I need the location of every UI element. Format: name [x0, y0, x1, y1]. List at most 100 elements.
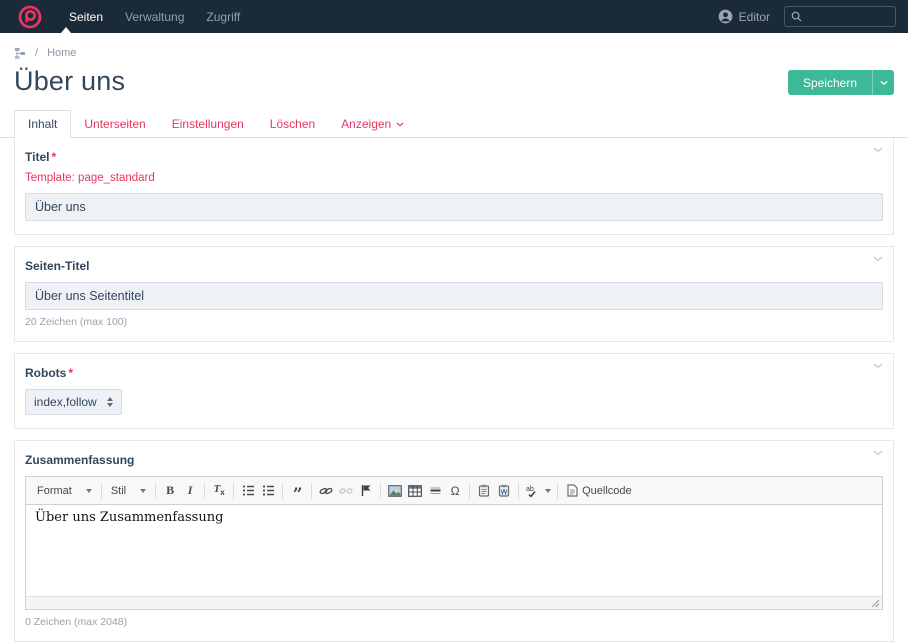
source-button-label: Quellcode — [582, 485, 632, 497]
bold-button[interactable]: B — [160, 481, 180, 500]
format-dropdown-label: Format — [37, 485, 72, 497]
paste-from-word-button[interactable] — [494, 481, 514, 500]
active-tab-pointer — [61, 27, 71, 33]
collapse-toggle[interactable] — [873, 147, 883, 153]
top-navbar: Seiten Verwaltung Zugriff Editor — [0, 0, 908, 33]
flag-anchor-icon — [360, 484, 372, 497]
link-icon — [319, 484, 333, 498]
spellcheck-icon: ab — [526, 484, 542, 497]
chevron-down-icon — [880, 80, 888, 86]
char-count-helper: 0 Zeichen (max 2048) — [25, 616, 883, 628]
user-avatar-icon — [718, 9, 733, 24]
omega-icon: Ω — [451, 484, 460, 498]
clipboard-word-icon — [498, 484, 510, 497]
chevron-down-icon — [86, 489, 92, 493]
table-button[interactable] — [405, 481, 425, 500]
tab-anzeigen-label: Anzeigen — [341, 117, 391, 131]
remove-format-button[interactable]: Tx — [209, 481, 229, 500]
remove-format-icon: Tx — [214, 483, 225, 497]
robots-selected-value: index,follow — [34, 395, 97, 409]
collapse-toggle[interactable] — [873, 450, 883, 456]
field-zusammenfassung: Zusammenfassung Format Stil B I Tx — [14, 440, 894, 642]
page-tree-icon[interactable] — [14, 47, 26, 59]
image-button[interactable] — [385, 481, 405, 500]
ordered-list-icon — [242, 484, 255, 497]
seiten-titel-input[interactable] — [25, 282, 883, 310]
resize-grip-icon[interactable] — [871, 599, 880, 608]
user-label: Editor — [739, 10, 770, 24]
unlink-icon — [339, 484, 353, 498]
save-split-button: Speichern — [788, 70, 894, 95]
image-icon — [388, 485, 402, 497]
field-label-text: Robots — [25, 366, 66, 380]
tab-einstellungen[interactable]: Einstellungen — [159, 111, 257, 137]
source-doc-icon — [567, 484, 578, 497]
page-title: Über uns — [14, 66, 125, 97]
field-label: Titel* — [25, 150, 883, 164]
nav-item-zugriff[interactable]: Zugriff — [195, 0, 251, 33]
field-titel: Titel* Template: page_standard — [14, 138, 894, 235]
format-dropdown[interactable]: Format — [32, 483, 97, 499]
collapse-toggle[interactable] — [873, 256, 883, 262]
char-count-helper: 20 Zeichen (max 100) — [25, 316, 883, 328]
chevron-down-icon — [873, 363, 883, 369]
tab-anzeigen[interactable]: Anzeigen — [328, 111, 417, 137]
breadcrumb-home-link[interactable]: Home — [47, 47, 76, 59]
blockquote-icon: ” — [293, 483, 302, 499]
titel-input[interactable] — [25, 193, 883, 221]
editor-content[interactable]: Über uns Zusammenfassung — [26, 505, 882, 596]
chevron-down-icon — [545, 489, 551, 493]
field-label-text: Titel — [25, 150, 49, 164]
field-seiten-titel: Seiten-Titel 20 Zeichen (max 100) — [14, 246, 894, 342]
nav-item-verwaltung[interactable]: Verwaltung — [114, 0, 195, 33]
search-input[interactable] — [807, 11, 887, 23]
editor-status-bar — [26, 596, 882, 609]
table-icon — [408, 485, 422, 497]
blockquote-button[interactable]: ” — [287, 481, 307, 500]
page-edit-tabs: Inhalt Unterseiten Einstellungen Löschen… — [0, 110, 908, 138]
chevron-down-icon — [873, 450, 883, 456]
editor-toolbar: Format Stil B I Tx — [26, 477, 882, 505]
bullet-list-button[interactable] — [258, 481, 278, 500]
chevron-down-icon — [873, 147, 883, 153]
unlink-button[interactable] — [336, 481, 356, 500]
link-button[interactable] — [316, 481, 336, 500]
spellcheck-button[interactable]: ab — [523, 481, 553, 500]
paste-button[interactable] — [474, 481, 494, 500]
user-menu[interactable]: Editor — [718, 9, 770, 24]
richtext-editor: Format Stil B I Tx — [25, 476, 883, 610]
tab-inhalt[interactable]: Inhalt — [14, 110, 71, 138]
breadcrumb-separator: / — [35, 47, 38, 59]
horizontal-rule-icon — [429, 484, 442, 497]
breadcrumb: / Home — [14, 47, 894, 59]
source-button[interactable]: Quellcode — [562, 482, 637, 499]
ordered-list-button[interactable] — [238, 481, 258, 500]
select-arrows-icon — [107, 397, 113, 407]
special-char-button[interactable]: Ω — [445, 481, 465, 500]
collapse-toggle[interactable] — [873, 363, 883, 369]
search-icon — [791, 11, 802, 22]
save-button[interactable]: Speichern — [788, 70, 872, 95]
template-notice: Template: page_standard — [25, 172, 883, 184]
field-label: Robots* — [25, 366, 883, 380]
robots-select[interactable]: index,follow — [25, 389, 122, 415]
svg-text:ab: ab — [526, 486, 534, 493]
anchor-button[interactable] — [356, 481, 376, 500]
save-dropdown-toggle[interactable] — [872, 70, 894, 95]
field-label: Seiten-Titel — [25, 259, 883, 273]
bullet-list-icon — [262, 484, 275, 497]
style-dropdown[interactable]: Stil — [106, 483, 151, 499]
field-label: Zusammenfassung — [25, 453, 883, 467]
required-asterisk: * — [68, 366, 73, 380]
processwire-logo-icon[interactable] — [18, 5, 42, 29]
main-nav: Seiten Verwaltung Zugriff — [58, 0, 251, 33]
search-box[interactable] — [784, 6, 896, 27]
horizontal-rule-button[interactable] — [425, 481, 445, 500]
style-dropdown-label: Stil — [111, 485, 126, 497]
tab-loeschen[interactable]: Löschen — [257, 111, 328, 137]
bold-icon: B — [166, 483, 174, 498]
chevron-down-icon — [140, 489, 146, 493]
field-robots: Robots* index,follow — [14, 353, 894, 429]
tab-unterseiten[interactable]: Unterseiten — [71, 111, 158, 137]
italic-button[interactable]: I — [180, 481, 200, 500]
